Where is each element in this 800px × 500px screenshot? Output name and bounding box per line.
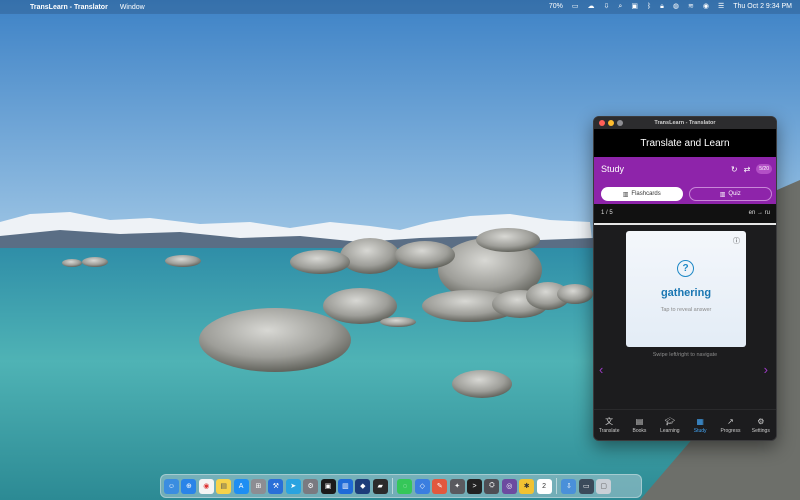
tor-icon[interactable]: ◎	[501, 478, 517, 494]
close-window-button[interactable]	[599, 120, 605, 126]
app-store-icon[interactable]: A	[233, 478, 249, 494]
nav-books-label: Books	[632, 427, 647, 434]
bluetooth-icon[interactable]: ᛒ	[647, 0, 651, 14]
info-icon[interactable]: ⓘ	[733, 236, 740, 246]
menu-bar: TransLearn - Translator Window 70% ▭ ☁ ⇩…	[0, 0, 800, 14]
app-header: Translate and Learn	[594, 129, 776, 157]
minimize-window-button[interactable]	[608, 120, 614, 126]
focus-icon[interactable]: ◉	[703, 0, 709, 14]
wifi-icon[interactable]: ≋	[688, 0, 694, 14]
messages-icon[interactable]: ◌	[397, 478, 413, 494]
flashcards-icon: ▥	[622, 191, 629, 198]
nav-settings[interactable]: ⚙ Settings	[746, 417, 776, 434]
next-card-button[interactable]: ›	[764, 362, 768, 377]
app-window: TransLearn - Translator Translate and Le…	[593, 116, 777, 441]
trending-icon: ↗	[727, 416, 734, 426]
input-icon[interactable]: ▭	[572, 0, 579, 14]
window-controls	[599, 120, 623, 126]
translate-icon: 文	[605, 416, 614, 426]
chat-icon[interactable]: ◍	[673, 0, 679, 14]
pycharm-icon[interactable]: ▣	[320, 478, 336, 494]
download-icon[interactable]: ⇩	[604, 0, 610, 14]
study-actions: ↻ ⇄ 5/20	[731, 164, 772, 174]
nav-translate[interactable]: 文 Translate	[594, 417, 624, 434]
nav-learning-label: Learning	[660, 427, 680, 434]
trello-icon[interactable]: ▥	[337, 478, 353, 494]
study-toolbar: Study ↻ ⇄ 5/20 ▥ Flashcards ▥ Quiz	[594, 157, 776, 204]
control-center-icon[interactable]: ☰	[718, 0, 724, 14]
previous-card-button[interactable]: ‹	[599, 362, 603, 377]
nav-books[interactable]: ▤ Books	[624, 417, 654, 434]
nav-translate-label: Translate	[598, 427, 620, 434]
screen-icon[interactable]: ▣	[631, 0, 638, 14]
menu-clock[interactable]: Thu Oct 2 9:34 PM	[733, 0, 792, 14]
dock-separator	[392, 478, 394, 494]
question-icon: ?	[677, 260, 694, 277]
safari-icon[interactable]: ⊕	[181, 478, 197, 494]
card-position: 1 / 5	[601, 210, 613, 216]
window-title: TransLearn - Translator	[654, 120, 716, 126]
tab-flashcards[interactable]: ▥ Flashcards	[601, 187, 683, 201]
study-icon: ▦	[696, 416, 704, 426]
utility-icon[interactable]: ✎	[432, 478, 448, 494]
tips-icon[interactable]: ✱	[519, 478, 535, 494]
swap-icon[interactable]: ⇄	[744, 165, 751, 174]
system-settings-icon[interactable]: ⚙	[303, 478, 319, 494]
flashcard-word: gathering	[660, 287, 712, 299]
cloud-icon[interactable]: ☁	[588, 0, 595, 14]
nav-study-label: Study	[693, 427, 707, 434]
menu-window[interactable]: Window	[120, 4, 145, 11]
tab-flashcards-label: Flashcards	[631, 191, 661, 197]
book-icon: ▤	[635, 416, 644, 426]
flashcard[interactable]: ⓘ ? gathering Tap to reveal answer	[626, 231, 746, 347]
battery-percent[interactable]: 70%	[549, 0, 563, 14]
mode-tabs: ▥ Flashcards ▥ Quiz	[601, 187, 772, 201]
nav-learning[interactable]: 🎓︎ Learning	[655, 417, 685, 434]
language-pair: en → ru	[748, 210, 770, 216]
finder-icon[interactable]: ☺	[164, 478, 179, 494]
calendar-icon[interactable]: 2	[536, 478, 552, 494]
progress-row: 1 / 5 en → ru	[594, 204, 776, 225]
menu-app-name[interactable]: TransLearn - Translator	[30, 4, 108, 11]
nav-study[interactable]: ▦ Study	[685, 417, 715, 434]
maximize-window-button[interactable]	[617, 120, 623, 126]
swipe-hint: Swipe left/right to navigate	[652, 352, 718, 358]
trash-icon[interactable]: ▢	[596, 478, 612, 494]
graduation-cap-icon: 🎓︎	[664, 416, 675, 426]
refresh-icon[interactable]: ↻	[731, 165, 738, 174]
tab-quiz-label: Quiz	[728, 191, 741, 197]
dock: ☺ ⊕ ◉ ▤ A ⊞ ⚒ ➤ ⚙ ▣ ▥ ◆ ▰ ◌ ◇ ✎ ✦ > ⛭ ◎ …	[160, 474, 642, 498]
dock-separator	[555, 478, 557, 494]
app-header-title: Translate and Learn	[640, 137, 730, 149]
launchpad-icon[interactable]: ⊞	[250, 478, 266, 494]
chrome-icon[interactable]: ◉	[198, 478, 214, 494]
terminal-alt-icon[interactable]: ▰	[372, 478, 388, 494]
screen-icon[interactable]: ▭	[578, 478, 594, 494]
lock-icon[interactable]: 🔒︎	[660, 0, 664, 14]
search-icon[interactable]: ⌕	[618, 0, 622, 14]
flashcard-hint: Tap to reveal answer	[660, 307, 712, 313]
telegram-icon[interactable]: ➤	[285, 478, 301, 494]
tab-quiz[interactable]: ▥ Quiz	[688, 187, 772, 201]
nav-progress-label: Progress	[720, 427, 741, 434]
nav-settings-label: Settings	[751, 427, 770, 434]
notes-icon[interactable]: ▤	[216, 478, 232, 494]
bottom-nav: 文 Translate ▤ Books 🎓︎ Learning ▦ Study …	[594, 409, 776, 440]
status-area: 70% ▭ ☁ ⇩ ⌕ ▣ ᛒ 🔒︎ ◍ ≋ ◉ ☰ Thu Oct 2 9:3…	[549, 0, 792, 14]
study-title: Study	[601, 164, 625, 174]
gear-icon: ⚙	[757, 416, 765, 426]
cleaner-icon[interactable]: ✦	[449, 478, 465, 494]
nav-progress[interactable]: ↗ Progress	[715, 417, 745, 434]
window-titlebar[interactable]: TransLearn - Translator	[594, 117, 776, 129]
dev-tool-icon[interactable]: ⛭	[484, 478, 500, 494]
quiz-icon: ▥	[719, 191, 726, 198]
xcode-icon[interactable]: ⚒	[268, 478, 284, 494]
vpn-icon[interactable]: ◆	[355, 478, 371, 494]
maps-icon[interactable]: ◇	[414, 478, 430, 494]
downloads-icon[interactable]: ⇩	[561, 478, 577, 494]
count-badge: 5/20	[756, 164, 772, 174]
study-content: ⓘ ? gathering Tap to reveal answer Swipe…	[594, 225, 776, 410]
terminal-icon[interactable]: >	[467, 478, 483, 494]
